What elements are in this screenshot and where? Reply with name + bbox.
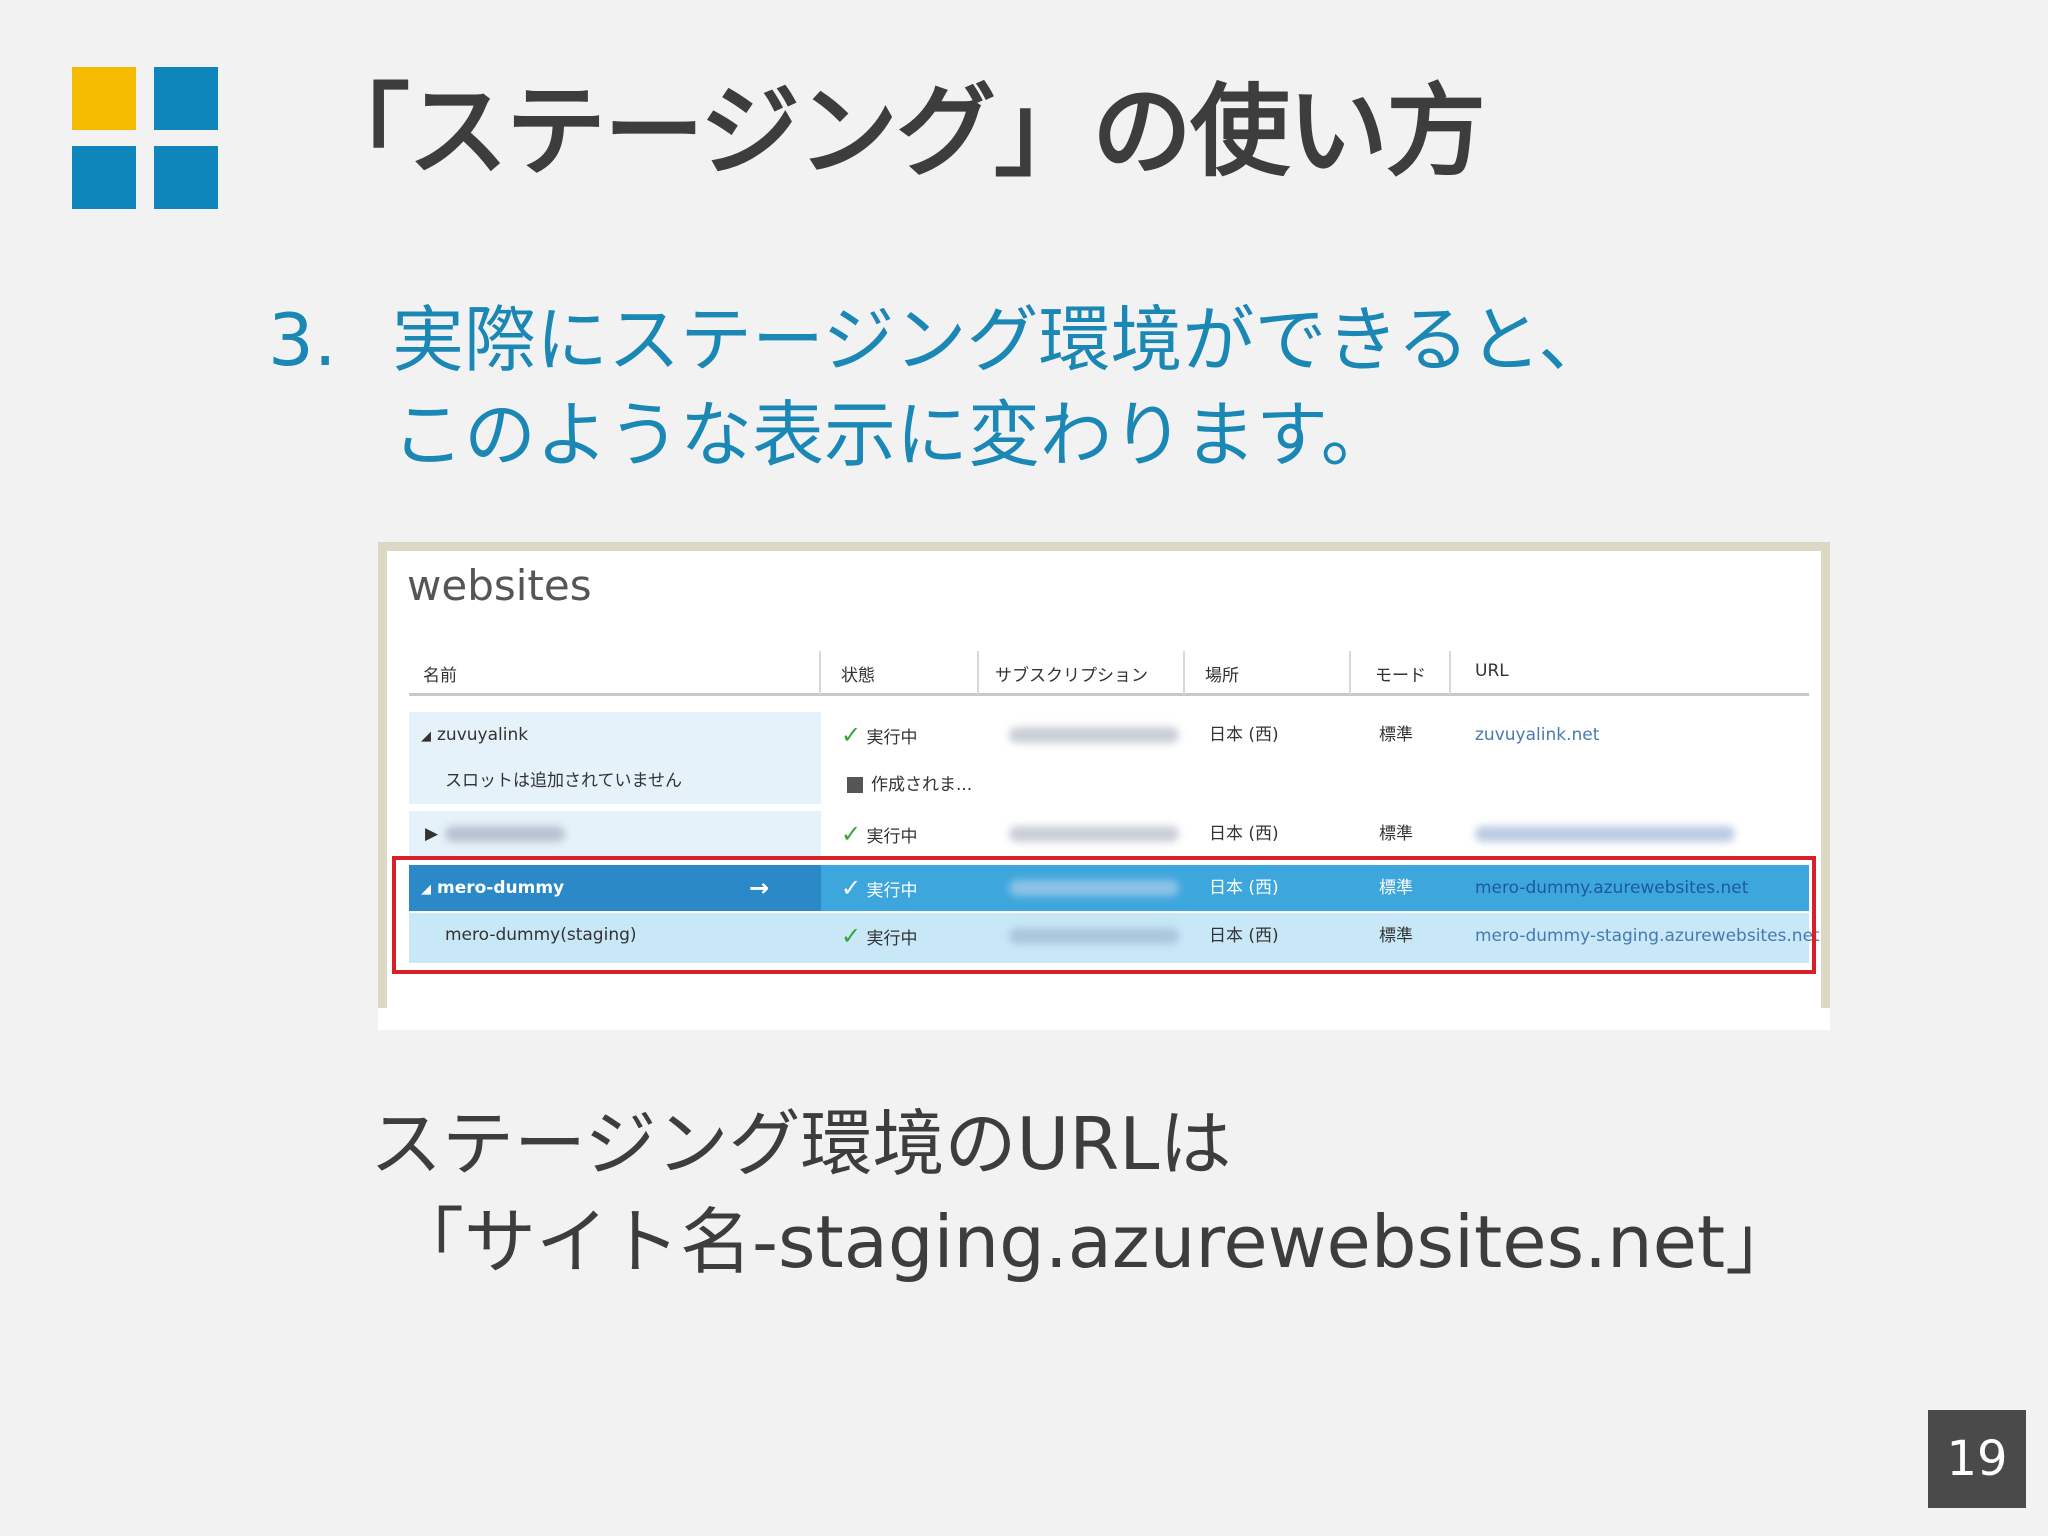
check-icon: ✓ bbox=[841, 820, 862, 848]
logo-square-blue bbox=[154, 67, 218, 130]
table-row[interactable]: スロットは追加されていません 作成されま... bbox=[409, 758, 1809, 804]
windows-logo bbox=[72, 67, 218, 209]
col-divider bbox=[1183, 651, 1185, 695]
logo-square-blue bbox=[154, 146, 218, 209]
table-header: 名前 状態 サブスクリプション 場所 モード URL bbox=[409, 651, 1809, 696]
col-subscription[interactable]: サブスクリプション bbox=[995, 661, 1148, 686]
col-mode[interactable]: モード bbox=[1375, 661, 1426, 686]
col-divider bbox=[977, 651, 979, 695]
col-divider bbox=[1449, 651, 1451, 695]
logo-square-yellow bbox=[72, 67, 136, 130]
note-line-1: ステージング環境のURLは bbox=[370, 1102, 1232, 1186]
logo-square-blue bbox=[72, 146, 136, 209]
collapsed-triangle-icon[interactable]: ▶ bbox=[425, 811, 438, 857]
row-location: 日本 (西) bbox=[1209, 725, 1279, 745]
step-number: 3. bbox=[268, 298, 337, 382]
row-name: スロットは追加されていません bbox=[445, 771, 682, 791]
row-status: 作成されま... bbox=[847, 762, 972, 808]
col-divider bbox=[1349, 651, 1351, 695]
expanded-triangle-icon[interactable]: ◢ bbox=[421, 714, 431, 760]
highlight-box bbox=[392, 856, 1816, 974]
check-icon: ✓ bbox=[841, 721, 862, 749]
row-location: 日本 (西) bbox=[1209, 824, 1279, 844]
table-row[interactable]: ◢ zuvuyalink ✓ 実行中 日本 (西) 標準 zuvuyalink.n… bbox=[409, 712, 1809, 758]
col-status[interactable]: 状態 bbox=[841, 661, 875, 686]
col-divider bbox=[819, 651, 821, 695]
step-line-2: このような表示に変わります。 bbox=[392, 393, 1393, 477]
row-mode: 標準 bbox=[1379, 824, 1413, 844]
url-blurred bbox=[1475, 826, 1735, 842]
row-status: ✓ 実行中 bbox=[841, 721, 918, 749]
name-blurred bbox=[445, 826, 565, 842]
subscription-blurred bbox=[1009, 826, 1179, 842]
stop-square-icon bbox=[847, 777, 863, 793]
page-number: 19 bbox=[1928, 1410, 2026, 1508]
row-name: ◢ zuvuyalink bbox=[421, 712, 528, 760]
row-mode: 標準 bbox=[1379, 725, 1413, 745]
table-row[interactable]: ▶ ✓ 実行中 日本 (西) 標準 bbox=[409, 811, 1809, 857]
col-url[interactable]: URL bbox=[1475, 661, 1509, 681]
step-line-1: 実際にステージング環境ができると、 bbox=[392, 298, 1611, 382]
row-url[interactable]: zuvuyalink.net bbox=[1475, 712, 1599, 758]
col-location[interactable]: 場所 bbox=[1205, 661, 1239, 686]
websites-heading: websites bbox=[407, 561, 592, 610]
row-status: ✓ 実行中 bbox=[841, 820, 918, 848]
page-title: 「ステージング」の使い方 bbox=[310, 73, 1486, 190]
subscription-blurred bbox=[1009, 727, 1179, 743]
col-name[interactable]: 名前 bbox=[423, 661, 457, 686]
note-line-2: 「サイト名-staging.azurewebsites.net」 bbox=[392, 1200, 1798, 1284]
